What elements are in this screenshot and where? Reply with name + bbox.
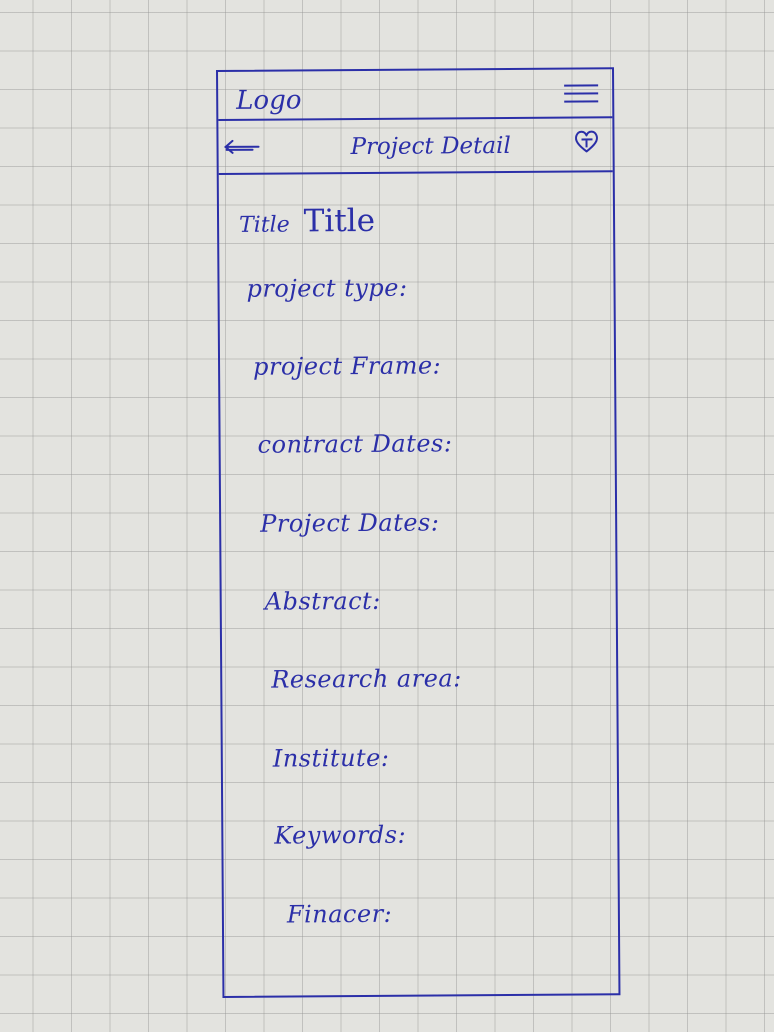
heart-icon[interactable]: [572, 127, 600, 155]
field-institute: Institute:: [272, 743, 390, 773]
field-research-area: Research area:: [271, 664, 462, 694]
page-header: Project Detail: [218, 116, 613, 175]
project-title-row: Title Title: [239, 203, 375, 240]
title-value: Title: [303, 202, 376, 240]
field-abstract: Abstract:: [264, 586, 381, 616]
app-header: Logo: [218, 69, 613, 121]
field-project-type: project type:: [246, 273, 408, 303]
field-financer: Finacer:: [286, 899, 393, 929]
phone-frame: Logo Project Detail Title Title project t…: [216, 67, 621, 998]
back-arrow-icon[interactable]: [222, 139, 260, 155]
hamburger-menu-icon[interactable]: [564, 82, 599, 104]
field-keywords: Keywords:: [274, 820, 407, 850]
page-title: Project Detail: [350, 132, 511, 161]
field-contract-dates: contract Dates:: [257, 429, 453, 459]
logo[interactable]: Logo: [236, 85, 301, 115]
title-label: Title: [238, 212, 290, 238]
field-project-dates: Project Dates:: [260, 508, 440, 538]
field-project-frame: project Frame:: [252, 351, 442, 381]
